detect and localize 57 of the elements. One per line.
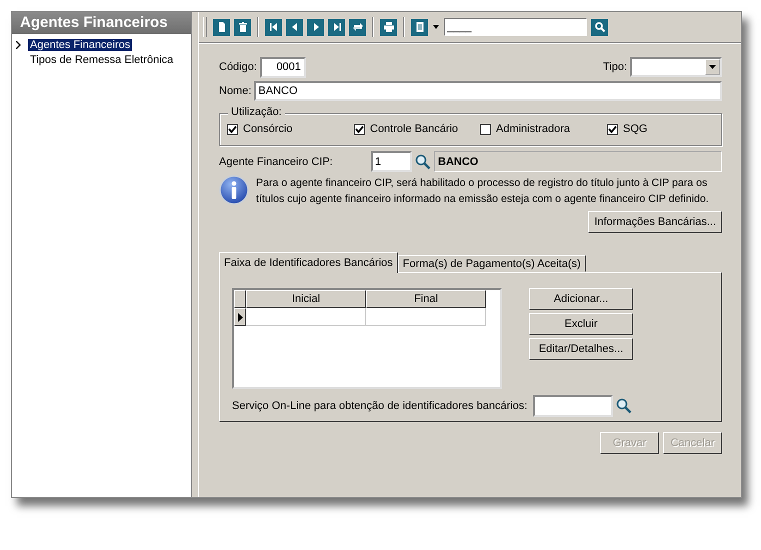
agent-code-field[interactable]: 1 bbox=[371, 151, 412, 172]
field-label: Agente Financeiro CIP: bbox=[219, 156, 334, 168]
tab[interactable]: Faixa de Identificadores Bancários bbox=[219, 252, 398, 273]
service-field[interactable] bbox=[533, 395, 614, 417]
code-field[interactable]: 0001 bbox=[260, 56, 306, 78]
field-label: Nome: bbox=[219, 85, 252, 97]
checkbox-label: Consórcio bbox=[243, 123, 293, 135]
sidebar-item[interactable]: Tipos de Remessa Eletrônica bbox=[28, 54, 176, 66]
list-icon bbox=[414, 21, 426, 33]
action-button[interactable]: Editar/Detalhes... bbox=[529, 338, 633, 360]
checkbox[interactable] bbox=[354, 124, 365, 134]
checkbox[interactable] bbox=[480, 124, 491, 134]
sidebar-title: Agentes Financeiros bbox=[12, 12, 191, 34]
column-header[interactable]: Final bbox=[366, 290, 486, 308]
action-button[interactable]: Excluir bbox=[529, 313, 633, 335]
current-row-icon bbox=[238, 312, 242, 322]
last-record-button[interactable] bbox=[328, 18, 345, 36]
bank-info-button[interactable]: Informações Bancárias... bbox=[588, 211, 722, 233]
refresh-icon bbox=[352, 21, 364, 33]
prev-record-button[interactable] bbox=[286, 18, 303, 36]
chevron-icon bbox=[16, 40, 21, 48]
field-label: Serviço On-Line para obtenção de identificadores bancários: bbox=[232, 400, 528, 412]
action-button[interactable]: Adicionar... bbox=[529, 288, 633, 310]
search-icon bbox=[594, 21, 606, 33]
checkbox[interactable] bbox=[227, 124, 238, 134]
tab[interactable]: Forma(s) de Pagamento(s) Aceita(s) bbox=[398, 255, 586, 272]
trash-button[interactable] bbox=[234, 18, 251, 36]
type-dropdown[interactable] bbox=[630, 57, 722, 77]
field-label: Código: bbox=[219, 61, 257, 73]
search-icon[interactable] bbox=[616, 398, 632, 414]
first-arrow-icon bbox=[268, 21, 280, 33]
list-button[interactable] bbox=[411, 18, 428, 36]
search-button[interactable] bbox=[591, 18, 608, 36]
caret-icon bbox=[709, 65, 716, 69]
row-header[interactable] bbox=[234, 308, 246, 326]
agent-name-display: BANCO bbox=[434, 151, 722, 172]
print-button[interactable] bbox=[380, 18, 397, 36]
name-field[interactable]: BANCO bbox=[254, 81, 722, 101]
group-title: Utilização: bbox=[228, 106, 285, 118]
checkbox-label: Administradora bbox=[496, 123, 570, 135]
next-record-button[interactable] bbox=[307, 18, 324, 36]
trash-icon bbox=[236, 21, 248, 33]
column-header[interactable]: Inicial bbox=[246, 290, 366, 308]
search-field[interactable]: ____ bbox=[444, 18, 587, 36]
checkbox[interactable] bbox=[607, 124, 618, 134]
new-document-button[interactable] bbox=[213, 18, 230, 36]
checkbox-label: Controle Bancário bbox=[370, 123, 458, 135]
search-icon[interactable] bbox=[415, 154, 431, 170]
sidebar-item[interactable]: Agentes Financeiros bbox=[28, 38, 132, 50]
field-label: Tipo: bbox=[602, 61, 627, 73]
checkbox-label: SQG bbox=[623, 123, 648, 135]
info-icon bbox=[219, 175, 249, 205]
refresh-button[interactable] bbox=[349, 18, 366, 36]
first-record-button[interactable] bbox=[265, 18, 282, 36]
printer-icon bbox=[382, 21, 394, 33]
caret-icon[interactable] bbox=[433, 25, 439, 29]
info-text: Para o agente financeiro CIP, será habilitado o processo de registro do título junto à CIP para os títulos cujo agente financeiro informado na emissão esteja com o agente financeiro CIP definido. bbox=[256, 176, 710, 207]
